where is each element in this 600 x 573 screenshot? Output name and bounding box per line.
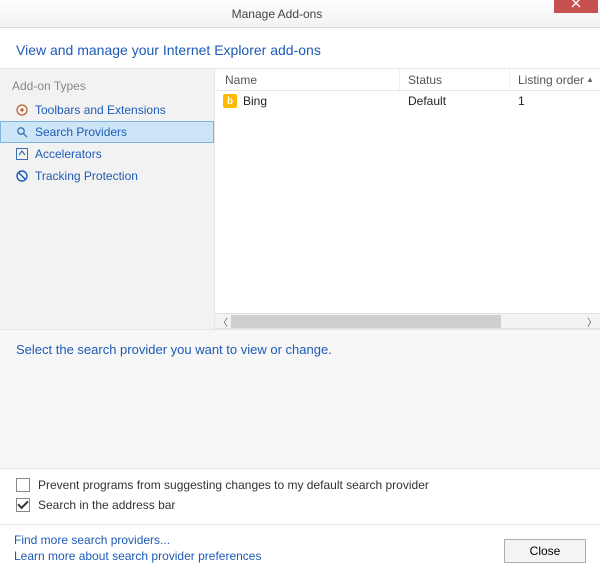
cell-order: 1 [510,94,600,108]
window-title: Manage Add-ons [0,7,554,21]
detail-title: Select the search provider you want to v… [16,342,584,357]
link-find-more-providers[interactable]: Find more search providers... [14,533,504,547]
sidebar-item-tracking-protection[interactable]: Tracking Protection [0,165,214,187]
scroll-left-arrow-icon[interactable]: 〈 [215,314,231,328]
main-area: Add-on Types Toolbars and Extensions Sea… [0,69,600,329]
options-area: Prevent programs from suggesting changes… [0,469,600,515]
sidebar: Add-on Types Toolbars and Extensions Sea… [0,69,215,329]
column-header-name[interactable]: Name [215,69,400,90]
footer: Find more search providers... Learn more… [0,524,600,573]
accelerator-icon [15,147,29,161]
horizontal-scrollbar[interactable]: 〈 〉 [215,313,600,329]
sort-caret-icon: ▲ [586,75,594,84]
scroll-right-arrow-icon[interactable]: 〉 [584,314,600,328]
sidebar-item-accelerators[interactable]: Accelerators [0,143,214,165]
window-close-button[interactable] [554,0,598,13]
block-icon [15,169,29,183]
sidebar-title: Add-on Types [0,77,214,99]
bing-icon: b [223,94,237,108]
column-header-status[interactable]: Status [400,69,510,90]
sidebar-item-label: Accelerators [35,147,102,161]
sidebar-item-label: Toolbars and Extensions [35,103,166,117]
sidebar-item-label: Tracking Protection [35,169,138,183]
column-header-order[interactable]: Listing order ▲ [510,69,600,90]
column-header-order-label: Listing order [518,73,584,87]
checkbox-prevent-changes[interactable]: Prevent programs from suggesting changes… [16,475,584,495]
close-button[interactable]: Close [504,539,586,563]
checkbox-label: Search in the address bar [38,498,175,512]
sidebar-item-search-providers[interactable]: Search Providers [0,121,214,143]
footer-links: Find more search providers... Learn more… [14,533,504,563]
checkbox-label: Prevent programs from suggesting changes… [38,478,429,492]
close-icon [571,0,581,8]
row-name-label: Bing [243,94,267,108]
list-area: Name Status Listing order ▲ b Bing Defau… [215,69,600,329]
detail-pane: Select the search provider you want to v… [0,329,600,469]
titlebar: Manage Add-ons [0,0,600,28]
sidebar-item-label: Search Providers [35,125,127,139]
checkbox-search-address-bar[interactable]: Search in the address bar [16,495,584,515]
cell-status: Default [400,94,510,108]
sidebar-item-toolbars[interactable]: Toolbars and Extensions [0,99,214,121]
link-learn-more[interactable]: Learn more about search provider prefere… [14,549,504,563]
list-header: Name Status Listing order ▲ [215,69,600,91]
list-row[interactable]: b Bing Default 1 [215,91,600,111]
checkbox-icon [16,478,30,492]
page-header: View and manage your Internet Explorer a… [0,28,600,69]
gear-icon [15,103,29,117]
cell-name: b Bing [215,94,400,108]
search-icon [15,125,29,139]
scroll-thumb[interactable] [231,315,501,328]
checkbox-checked-icon [16,498,30,512]
